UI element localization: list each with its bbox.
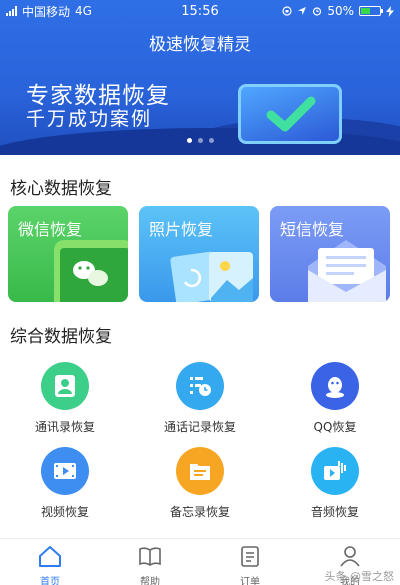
home-icon: [39, 546, 61, 567]
item-label: 视频恢复: [40, 505, 89, 519]
watermark: 头条 @雪之怒: [324, 570, 395, 583]
tab-label: 首页: [40, 577, 60, 585]
banner-pagination: [0, 138, 400, 143]
general-section-title: 综合数据恢复: [10, 327, 112, 347]
photo-icon: [170, 251, 253, 302]
banner-subheadline[interactable]: 千万成功案例: [26, 104, 152, 131]
audio-icon: [311, 447, 359, 495]
battery-percent: 50%: [327, 4, 354, 18]
signal-icon: [6, 6, 17, 16]
video-icon: [41, 447, 89, 495]
tab-home[interactable]: 首页: [0, 539, 100, 585]
banner-dot[interactable]: [208, 138, 214, 143]
contacts-icon: [41, 362, 89, 410]
wechat-recovery-card[interactable]: 微信恢复: [8, 206, 128, 302]
item-label: 通话记录恢复: [163, 420, 236, 434]
wechat-phone-icon: [54, 240, 128, 302]
banner-dot[interactable]: [197, 138, 203, 143]
memo-icon: [176, 447, 224, 495]
qq-icon: [311, 362, 359, 410]
battery-icon: [359, 6, 383, 16]
call-log-icon: [176, 362, 224, 410]
item-label: 音频恢复: [310, 505, 359, 519]
sms-recovery-card[interactable]: 短信恢复: [270, 206, 390, 302]
call-log-recovery-item[interactable]: 通话记录恢复: [145, 362, 255, 435]
item-label: QQ恢复: [313, 420, 357, 434]
memo-recovery-item[interactable]: 备忘录恢复: [145, 447, 255, 520]
item-label: 通讯录恢复: [34, 420, 95, 434]
location-icon: [298, 7, 307, 15]
contacts-recovery-item[interactable]: 通讯录恢复: [10, 362, 120, 435]
tab-label: 帮助: [140, 577, 160, 585]
card-label: 微信恢复: [18, 220, 83, 239]
order-list-icon: [241, 546, 259, 567]
video-recovery-item[interactable]: 视频恢复: [10, 447, 120, 520]
checkmark-icon: [266, 96, 316, 132]
qq-recovery-item[interactable]: QQ恢复: [280, 362, 390, 435]
book-icon: [139, 547, 161, 566]
lock-rotation-icon: [282, 6, 292, 16]
page-title: 极速恢复精灵: [149, 35, 251, 55]
carrier: 中国移动: [22, 4, 71, 19]
item-label: 备忘录恢复: [169, 505, 230, 519]
network-type: 4G: [75, 4, 92, 18]
alarm-icon: [313, 7, 322, 16]
tab-label: 订单: [240, 577, 260, 585]
core-section-title: 核心数据恢复: [10, 179, 112, 199]
status-bar: 中国移动 4G 15:56 50%: [0, 0, 400, 22]
charging-icon: [386, 5, 394, 17]
header-banner: 中国移动 4G 15:56 50% 极速恢复精灵 专家数据恢复 千万成功案例: [0, 0, 400, 155]
user-icon: [340, 546, 360, 567]
audio-recovery-item[interactable]: 音频恢复: [280, 447, 390, 520]
tab-orders[interactable]: 订单: [200, 539, 300, 585]
banner-monitor-illustration: [238, 84, 342, 144]
photo-recovery-card[interactable]: 照片恢复: [139, 206, 259, 302]
card-label: 照片恢复: [149, 220, 214, 239]
envelope-icon: [308, 240, 386, 302]
banner-dot[interactable]: [186, 138, 192, 143]
tab-help[interactable]: 帮助: [100, 539, 200, 585]
